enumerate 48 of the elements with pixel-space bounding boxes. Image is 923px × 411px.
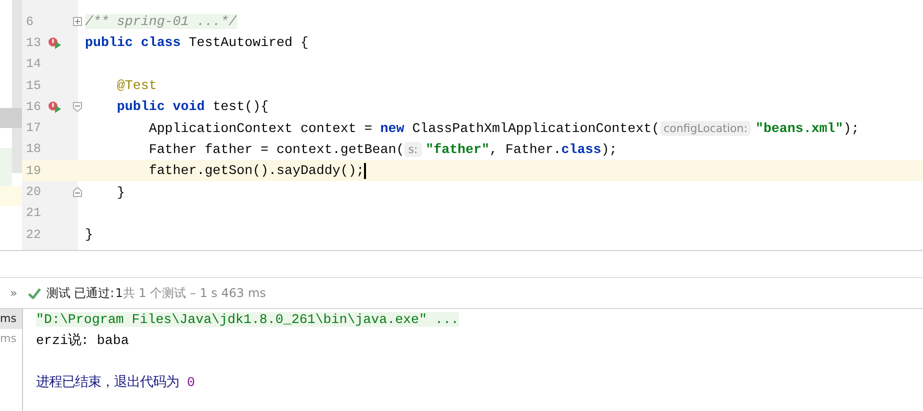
code-string: "beans.xml": [755, 120, 844, 136]
test-duration[interactable]: ms: [0, 309, 22, 329]
parameter-hint: s:: [404, 142, 422, 157]
code-text: Father father = context.getBean(: [148, 142, 404, 157]
code-text: test(){: [212, 99, 269, 114]
code-text: ApplicationContext context =: [148, 120, 374, 136]
line-number: 16: [26, 100, 42, 114]
console-text: 进程已结束，退出代码为: [36, 375, 180, 390]
code-text: , Father.: [489, 142, 562, 157]
parameter-hint: configLocation:: [660, 120, 752, 136]
fold-end-icon[interactable]: [73, 187, 82, 198]
fold-collapse-icon[interactable]: [73, 102, 82, 112]
test-status: 测试 已通过:: [46, 284, 114, 302]
test-duration[interactable]: ms: [0, 329, 22, 349]
line-number: 18: [26, 142, 42, 156]
code-text: );: [843, 120, 860, 136]
run-test-icon[interactable]: [48, 100, 62, 113]
text-cursor: [364, 162, 366, 179]
line-number: 19: [26, 164, 42, 178]
line-number: 13: [26, 36, 42, 50]
expand-toolbar-button[interactable]: »: [10, 286, 18, 300]
check-icon: [28, 288, 42, 298]
code-keyword: public void: [116, 99, 205, 114]
code-text: ClassPathXmlApplicationContext(: [412, 120, 660, 136]
code-comment: /** spring-01 ...*/: [85, 14, 237, 30]
fold-expand-icon[interactable]: [73, 17, 82, 26]
code-text: TestAutowired {: [188, 35, 308, 50]
code-keyword: new: [380, 120, 404, 136]
console-text: erzi说: baba: [36, 333, 129, 348]
code-text: }: [116, 184, 125, 200]
line-number: 17: [26, 121, 42, 136]
passed-count: 1: [115, 286, 123, 300]
test-summary: 共 1 个测试 – 1 s 463 ms: [122, 284, 266, 302]
line-number: 21: [26, 206, 42, 220]
line-number: 15: [26, 78, 42, 93]
line-number: 22: [26, 228, 42, 242]
run-test-icon[interactable]: [48, 36, 62, 49]
exit-code: 0: [186, 375, 195, 390]
code-keyword: public class: [85, 35, 181, 50]
code-string: "father": [426, 142, 490, 157]
code-annotation: @Test: [116, 78, 157, 94]
code-text: );: [601, 142, 618, 157]
line-number: 20: [26, 185, 42, 200]
code-text: father.getSon().sayDaddy();: [148, 163, 364, 178]
line-number: 6: [26, 14, 35, 29]
line-number: 14: [26, 57, 42, 72]
code-keyword: class: [561, 142, 602, 157]
code-text: }: [85, 227, 93, 242]
